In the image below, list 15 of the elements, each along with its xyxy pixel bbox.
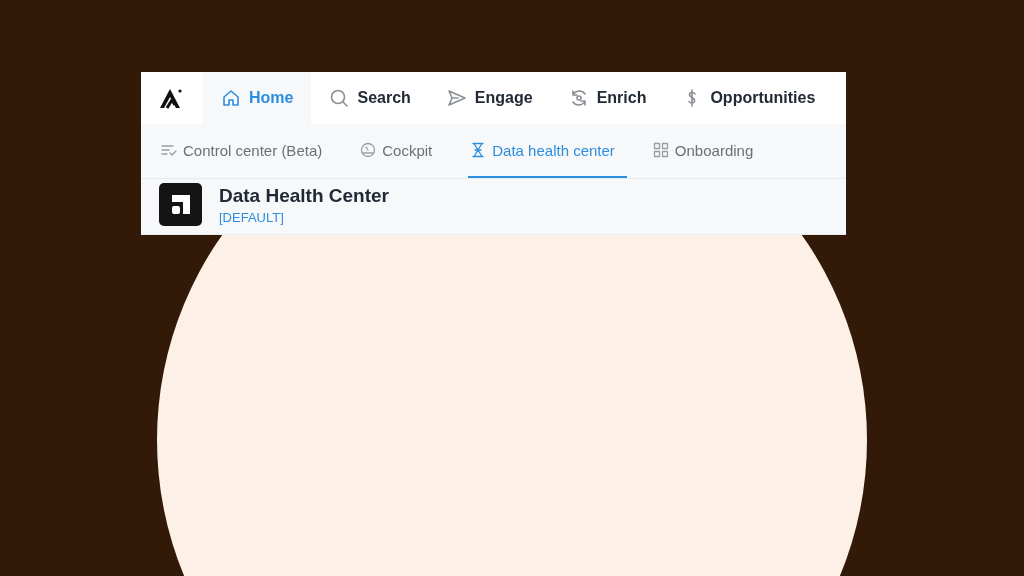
list-check-icon: [161, 142, 177, 158]
sub-tab[interactable]: Data health center: [468, 124, 627, 178]
sub-tab[interactable]: Cockpit: [358, 124, 445, 178]
search-icon: [329, 88, 350, 108]
gauge-icon: [360, 142, 377, 158]
page-title: Data Health Center: [219, 184, 389, 207]
nav-tab[interactable]: Home: [203, 72, 312, 124]
home-icon: [221, 88, 241, 108]
grid-icon: [652, 142, 669, 158]
app-logo-icon: [159, 183, 202, 226]
send-icon: [446, 88, 467, 108]
sub-tab[interactable]: Onboarding: [650, 124, 766, 178]
page-subtitle: [DEFAULT]: [219, 209, 285, 225]
sub-tab[interactable]: Control center (Beta): [159, 124, 335, 178]
hourglass-icon: [470, 142, 487, 158]
